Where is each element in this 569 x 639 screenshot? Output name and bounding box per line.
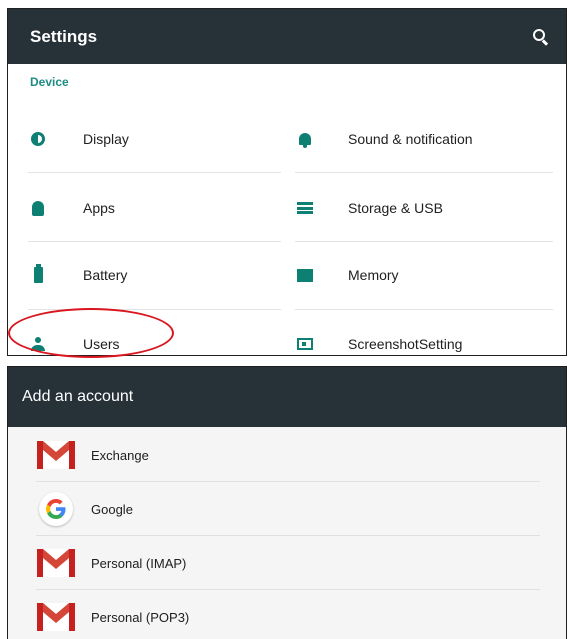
gmail-icon (36, 597, 76, 637)
divider (28, 172, 281, 173)
settings-item-label: Apps (83, 200, 115, 216)
divider (295, 241, 553, 242)
gmail-icon (36, 543, 76, 583)
settings-item-label: Display (83, 131, 129, 147)
gmail-icon (36, 435, 76, 475)
settings-item-apps[interactable]: Apps (28, 183, 281, 233)
settings-app-bar: Settings (8, 9, 566, 64)
account-option-label: Personal (POP3) (91, 609, 190, 625)
settings-item-battery[interactable]: Battery (28, 250, 281, 300)
settings-item-label: Battery (83, 267, 128, 283)
settings-item-label: ScreenshotSetting (348, 336, 463, 352)
settings-item-memory[interactable]: Memory (295, 250, 553, 300)
add-account-title: Add an account (22, 388, 134, 405)
settings-item-storage-usb[interactable]: Storage & USB (295, 183, 553, 233)
settings-item-display[interactable]: Display (28, 114, 281, 164)
divider (28, 241, 281, 242)
add-account-app-bar: Add an account (8, 367, 566, 427)
storage-icon (295, 198, 315, 218)
account-option-personal-pop3[interactable]: Personal (POP3) (36, 590, 540, 639)
screenshot-icon (295, 334, 315, 354)
account-option-exchange[interactable]: Exchange (36, 428, 540, 482)
search-icon[interactable] (530, 26, 552, 48)
memory-icon (295, 265, 315, 285)
settings-item-screenshot-setting[interactable]: ScreenshotSetting (295, 319, 553, 355)
settings-item-label: Memory (348, 267, 399, 283)
google-icon (36, 489, 76, 529)
settings-title: Settings (30, 26, 98, 46)
settings-item-label: Sound & notification (348, 131, 473, 147)
battery-icon (28, 264, 48, 285)
display-icon (28, 129, 48, 149)
account-option-personal-imap[interactable]: Personal (IMAP) (36, 536, 540, 590)
account-option-label: Google (91, 501, 133, 517)
divider (295, 309, 553, 310)
divider (295, 172, 553, 173)
settings-item-label: Storage & USB (348, 200, 443, 216)
account-option-label: Exchange (91, 447, 149, 463)
add-account-panel: Add an account Exchange Google Personal … (7, 366, 567, 639)
settings-panel: Settings Device Display Sound & notifica… (7, 8, 567, 356)
android-icon (28, 198, 48, 218)
section-header-device: Device (30, 75, 69, 89)
account-option-label: Personal (IMAP) (91, 555, 187, 571)
highlight-oval (8, 308, 174, 358)
bell-icon (295, 129, 315, 149)
settings-item-sound-notification[interactable]: Sound & notification (295, 114, 553, 164)
account-option-google[interactable]: Google (36, 482, 540, 536)
